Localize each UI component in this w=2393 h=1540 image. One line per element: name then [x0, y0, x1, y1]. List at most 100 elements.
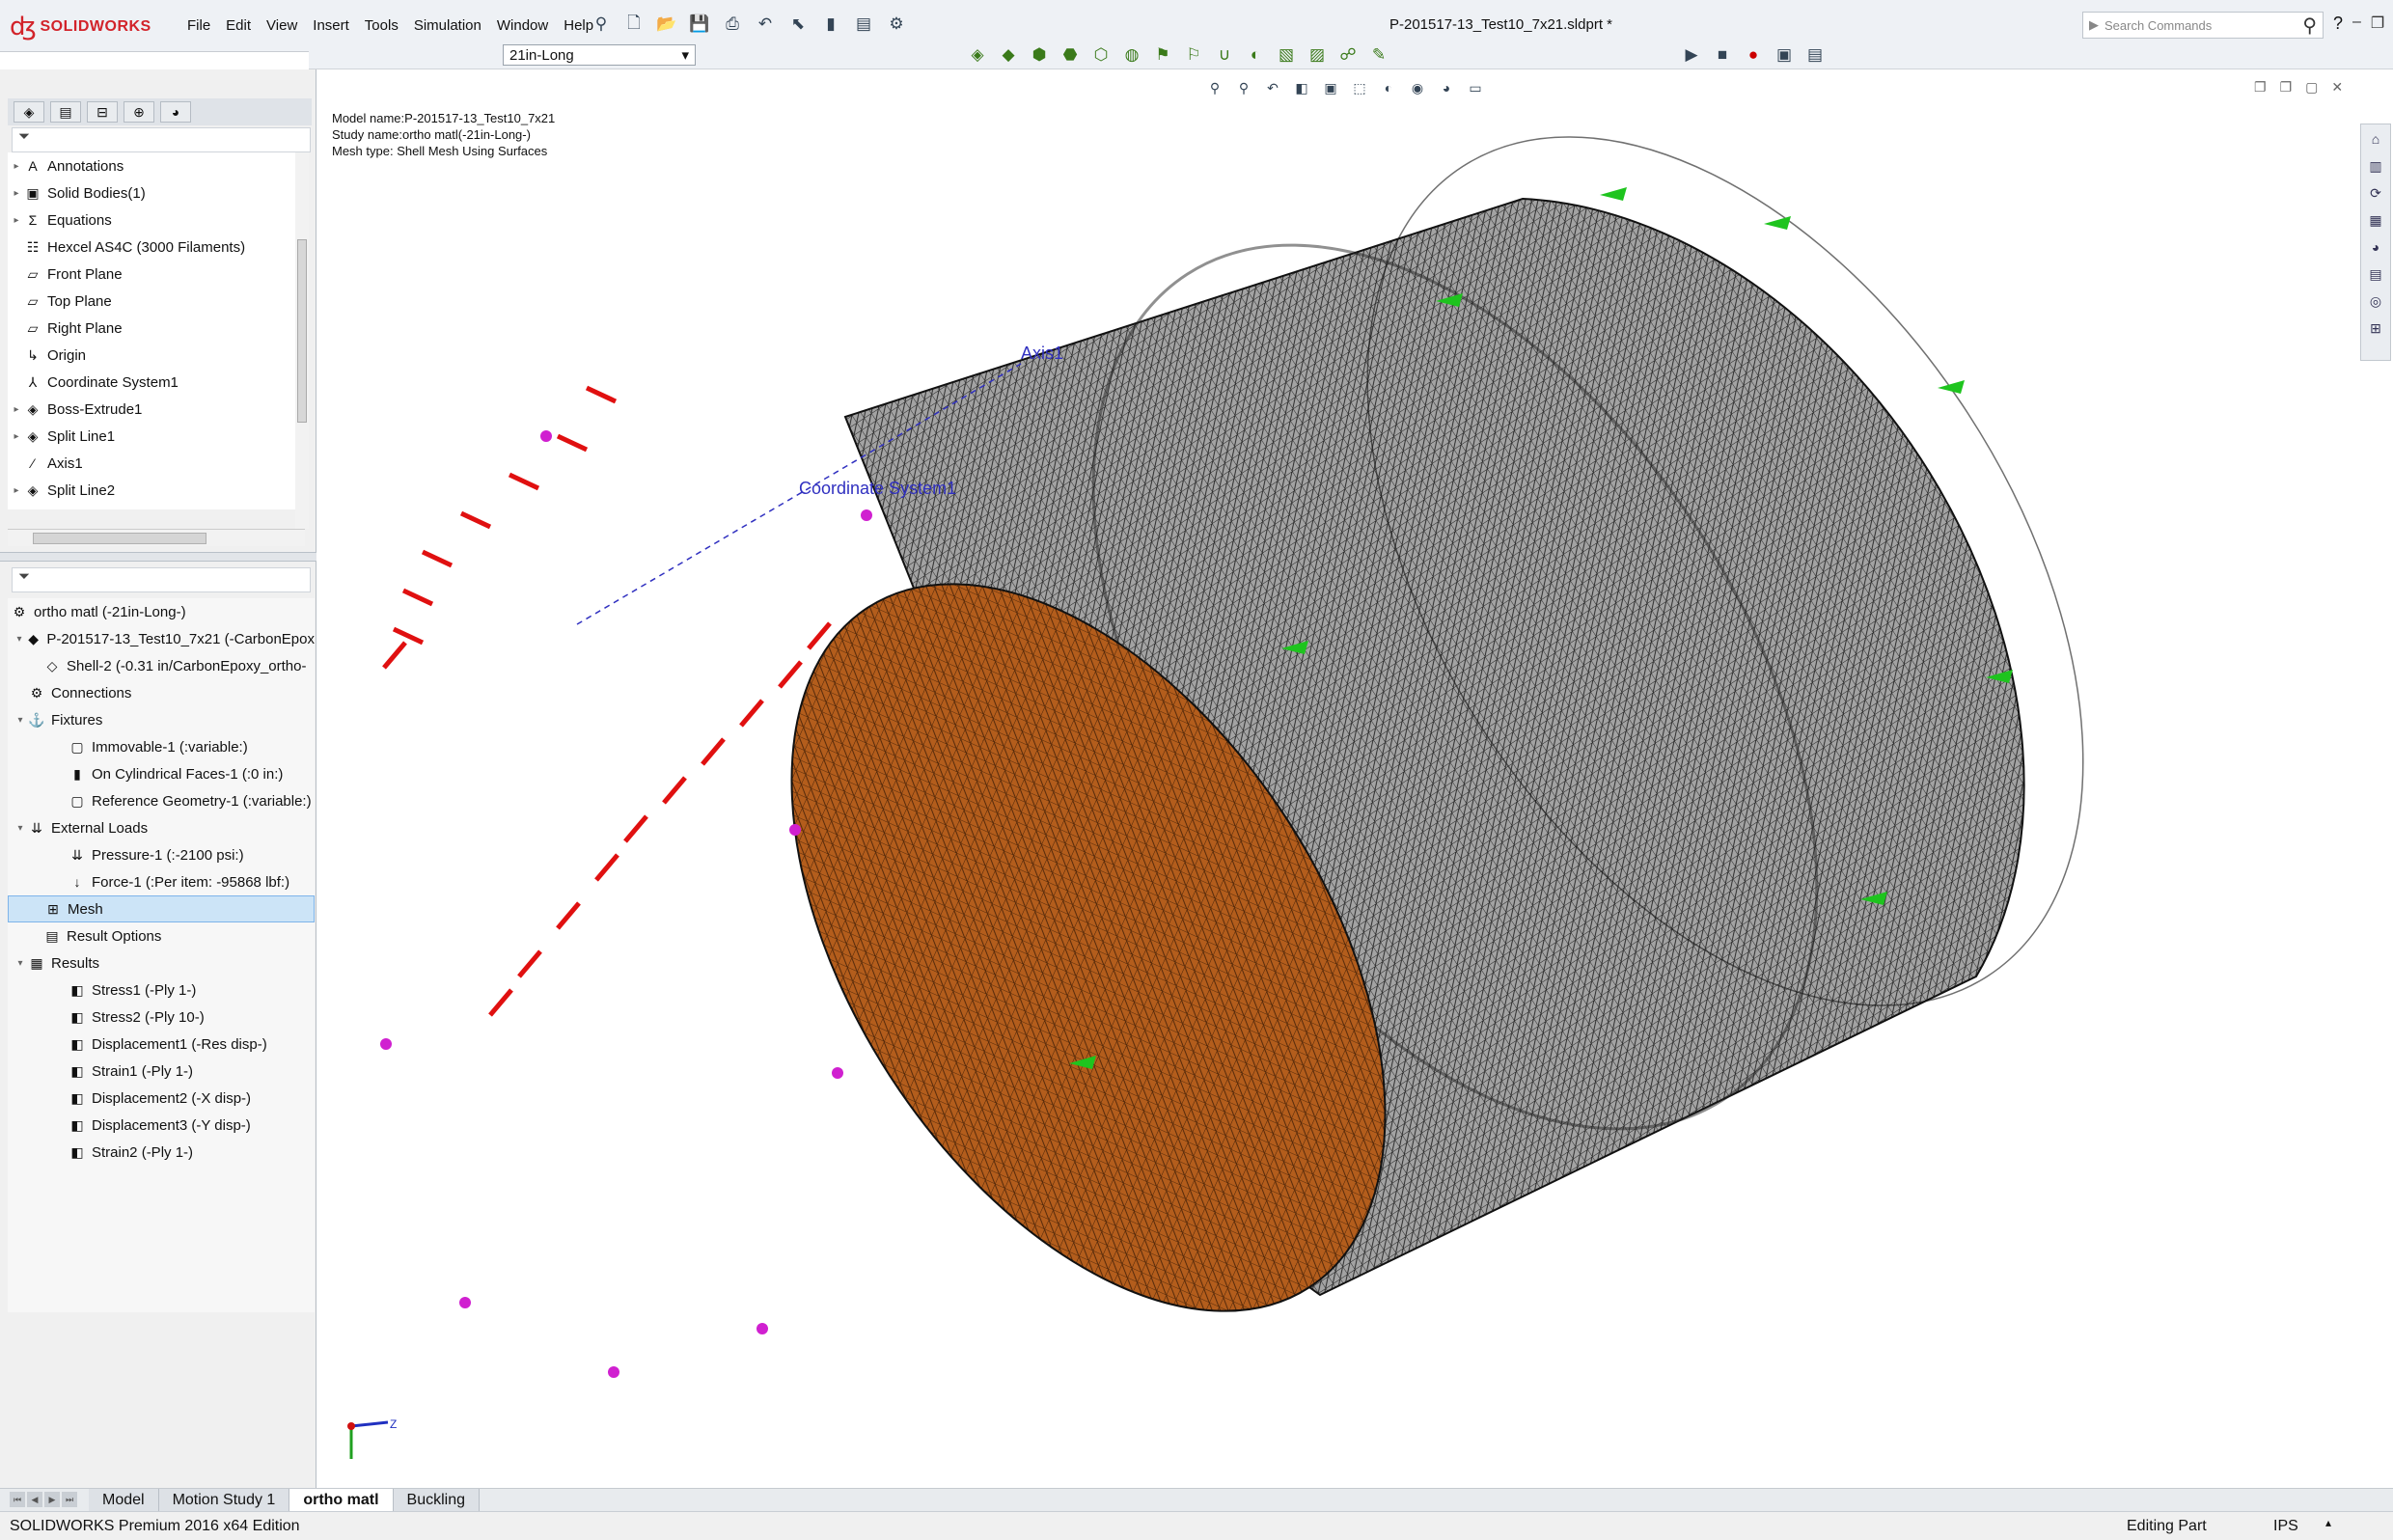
select-icon[interactable]: ⬉ — [785, 12, 811, 37]
hscroll-thumb[interactable] — [33, 533, 206, 544]
expand-icon[interactable]: ▸ — [10, 188, 23, 199]
expand-icon[interactable]: ▸ — [10, 161, 23, 172]
study-item[interactable]: ▾ ◆ P-201517-13_Test10_7x21 (-CarbonEpox — [8, 625, 315, 652]
search-input[interactable]: Search Commands — [2104, 18, 2212, 33]
panel-splitter[interactable] — [0, 552, 316, 562]
rebuild-icon[interactable]: ▮ — [818, 12, 843, 37]
menu-window[interactable]: Window — [489, 14, 556, 38]
expand-icon[interactable]: ▾ — [14, 715, 27, 726]
feature-filter[interactable]: ⏷ — [12, 127, 311, 152]
menu-tools[interactable]: Tools — [357, 14, 406, 38]
external-load-tool-icon[interactable]: ⬣ — [1058, 42, 1083, 68]
study-item[interactable]: ◇ Shell-2 (-0.31 in/CarbonEpoxy_ortho- — [8, 652, 315, 679]
connections-tool-icon[interactable]: ⬡ — [1088, 42, 1114, 68]
print-icon[interactable]: ⎙ — [720, 12, 745, 37]
search-icon[interactable]: ⚲ — [2302, 14, 2317, 38]
search-commands[interactable]: ▶ Search Commands ⚲ — [2082, 12, 2324, 39]
study-item[interactable]: ▾ ▦ Results — [8, 949, 315, 976]
menu-view[interactable]: View — [259, 14, 305, 38]
tab-1[interactable]: Motion Study 1 — [158, 1489, 290, 1511]
save-icon[interactable]: 💾 — [687, 12, 712, 37]
first-tab-icon[interactable]: ⏮ — [10, 1492, 25, 1507]
feature-item[interactable]: ▸ A Annotations — [8, 152, 305, 179]
expand-icon[interactable]: ▸ — [10, 215, 23, 226]
study-item[interactable]: ◧ Strain1 (-Ply 1-) — [8, 1058, 315, 1085]
minimize-icon[interactable]: – — [2352, 14, 2361, 33]
feature-tree-scrollbar[interactable] — [295, 152, 309, 529]
last-tab-icon[interactable]: ⏭ — [62, 1492, 77, 1507]
study-item[interactable]: ◧ Displacement2 (-X disp-) — [8, 1085, 315, 1112]
study-item[interactable]: ⊞ Mesh — [8, 895, 315, 922]
help-button[interactable]: ? — [2333, 14, 2343, 34]
graphics-area[interactable]: ⚲ ⚲ ↶ ◧ ▣ ⬚ ◐ ◉ ◕ ▭ ❐ ❐ ▢ ✕ Model name:P… — [316, 69, 2393, 1488]
feature-tree-hscrollbar[interactable] — [8, 529, 305, 546]
options-gear-icon[interactable]: ⚙ — [884, 12, 909, 37]
expand-icon[interactable]: ▸ — [10, 431, 23, 442]
include-image-icon[interactable]: ✎ — [1366, 42, 1391, 68]
expand-icon[interactable]: ▾ — [14, 634, 25, 645]
featuremanager-tab-icon[interactable]: ◈ — [14, 101, 44, 123]
feature-item[interactable]: ▸ ◈ Split Line2 — [8, 477, 305, 504]
units-menu-icon[interactable]: ▴ — [2325, 1516, 2331, 1529]
feature-item[interactable]: ↳ Origin — [8, 342, 305, 369]
feature-item[interactable]: ▸ ▣ Solid Bodies(1) — [8, 179, 305, 206]
menu-file[interactable]: File — [179, 14, 218, 38]
feature-item[interactable]: ▸ Σ Equations — [8, 206, 305, 234]
view-palette-icon[interactable]: ▦ — [2365, 209, 2386, 231]
design-library-icon[interactable]: ▥ — [2365, 155, 2386, 177]
save-animation-icon[interactable]: ▣ — [1772, 42, 1797, 68]
resources-icon[interactable]: ⊞ — [2365, 317, 2386, 339]
prev-tab-icon[interactable]: ◀ — [27, 1492, 42, 1507]
play-icon[interactable]: ▶ — [1679, 42, 1704, 68]
study-filter[interactable]: ⏷ — [12, 567, 311, 592]
scroll-thumb[interactable] — [297, 239, 307, 423]
displaymanager-tab-icon[interactable]: ◕ — [160, 101, 191, 123]
study-item[interactable]: ▢ Immovable-1 (:variable:) — [8, 733, 315, 760]
unit-system[interactable]: IPS — [2273, 1518, 2298, 1535]
study-item[interactable]: ▤ Result Options — [8, 922, 315, 949]
menu-simulation[interactable]: Simulation — [406, 14, 489, 38]
open-icon[interactable]: 📂 — [654, 12, 679, 37]
expand-icon[interactable]: ▸ — [10, 404, 23, 415]
file-properties-icon[interactable]: ▤ — [851, 12, 876, 37]
study-item[interactable]: ◧ Stress1 (-Ply 1-) — [8, 976, 315, 1004]
study-item[interactable]: ▮ On Cylindrical Faces-1 (:0 in:) — [8, 760, 315, 787]
propertymanager-tab-icon[interactable]: ▤ — [50, 101, 81, 123]
feature-item[interactable]: ▸ ◈ Split Line1 — [8, 423, 305, 450]
appearances-icon[interactable]: ◕ — [2365, 236, 2386, 258]
dimxpert-tab-icon[interactable]: ⊕ — [124, 101, 154, 123]
tab-2[interactable]: ortho matl — [289, 1489, 394, 1511]
tab-3[interactable]: Buckling — [393, 1489, 481, 1511]
study-item[interactable]: ◧ Strain2 (-Ply 1-) — [8, 1139, 315, 1166]
study-item[interactable]: ◧ Displacement1 (-Res disp-) — [8, 1031, 315, 1058]
report-icon[interactable]: ☍ — [1335, 42, 1361, 68]
configuration-select[interactable]: 21in-Long ▾ — [503, 44, 696, 66]
new-document-icon[interactable]: 🗋 — [621, 12, 646, 37]
solidworks-forum-icon[interactable]: ◎ — [2365, 290, 2386, 312]
study-item[interactable]: ⚙ Connections — [8, 679, 315, 706]
feature-item[interactable]: ▱ Front Plane — [8, 261, 305, 288]
apply-material-icon[interactable]: ◆ — [996, 42, 1021, 68]
stop-icon[interactable]: ■ — [1710, 42, 1735, 68]
study-item[interactable]: ▾ ⇊ External Loads — [8, 814, 315, 841]
home-icon[interactable]: ⌂ — [2365, 128, 2386, 150]
pin-icon[interactable]: ⚲ — [589, 12, 614, 37]
feature-item[interactable]: ⅄ Coordinate System1 — [8, 369, 305, 396]
solidworks-logo[interactable]: ʤ SOLIDWORKS — [10, 10, 159, 44]
configurationmanager-tab-icon[interactable]: ⊟ — [87, 101, 118, 123]
restore-icon[interactable]: ❐ — [2371, 14, 2384, 33]
study-item[interactable]: ⇊ Pressure-1 (:-2100 psi:) — [8, 841, 315, 868]
feature-item[interactable]: ▸ ◈ Boss-Extrude1 — [8, 396, 305, 423]
record-icon[interactable]: ● — [1741, 42, 1766, 68]
design-insight-icon[interactable]: ▧ — [1274, 42, 1299, 68]
study-root[interactable]: ⚙ ortho matl (-21in-Long-) — [8, 598, 315, 625]
deformed-result-icon[interactable]: ∪ — [1212, 42, 1237, 68]
study-item[interactable]: ▾ ⚓ Fixtures — [8, 706, 315, 733]
cylinder-mesh-scene[interactable]: Axis1 Coordinate System1 — [316, 69, 2393, 1488]
undo-icon[interactable]: ↶ — [753, 12, 778, 37]
study-icon[interactable]: ◈ — [965, 42, 990, 68]
feature-item[interactable]: ☷ Hexcel AS4C (3000 Filaments) — [8, 234, 305, 261]
results-advisor-icon[interactable]: ⚐ — [1181, 42, 1206, 68]
animation-settings-icon[interactable]: ▤ — [1802, 42, 1828, 68]
study-item[interactable]: ◧ Stress2 (-Ply 10-) — [8, 1004, 315, 1031]
